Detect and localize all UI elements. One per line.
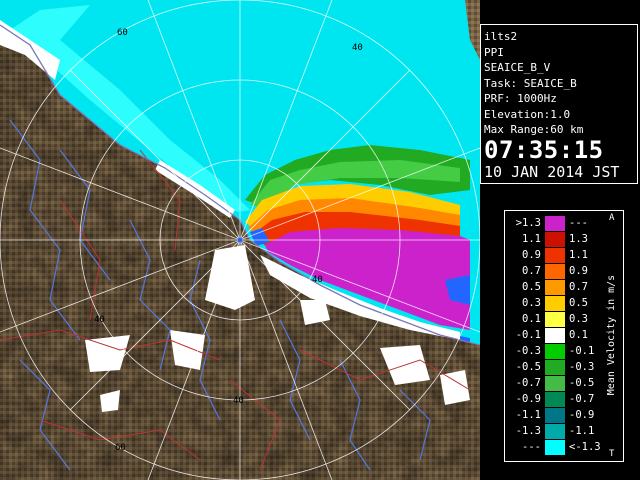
ring-label-60-sw: 60 [115, 443, 126, 453]
legend-row: 0.3 0.5 [505, 295, 605, 311]
legend-swatch [545, 344, 565, 359]
snow-patch-c [170, 330, 205, 370]
legend-swatch [545, 392, 565, 407]
legend-swatch [545, 440, 565, 455]
legend-low-value: -1.3 [515, 425, 541, 437]
ring-label-60-nw: 60 [117, 28, 128, 38]
legend-swatch [545, 280, 565, 295]
legend-swatch [545, 408, 565, 423]
legend-low-value: -0.5 [515, 361, 541, 373]
legend-high-value: 1.3 [569, 233, 588, 245]
legend-low-value: -0.3 [515, 345, 541, 357]
legend-swatch [545, 376, 565, 391]
legend-low-value: 1.1 [522, 233, 541, 245]
legend-low-value: 0.7 [522, 265, 541, 277]
elevation-value: Elevation:1.0 [484, 107, 571, 121]
task-name: Task: SEAICE_B [484, 76, 577, 90]
scan-time: 07:35:15 [484, 135, 604, 164]
radar-info-box: ilts2 PPI SEAICE_B_V Task: SEAICE_B PRF:… [480, 24, 638, 184]
radar-ppi-map: 60 40 40 40 60 40 [0, 0, 480, 480]
legend-row: -1.1 -0.9 [505, 407, 605, 423]
ring-label-40-n: 40 [352, 43, 363, 53]
legend-bottom-marker: T [609, 449, 615, 459]
legend-low-value: 0.3 [522, 297, 541, 309]
legend-top-marker: A [609, 213, 615, 223]
legend-swatch [545, 232, 565, 247]
prf-value: PRF: 1000Hz [484, 92, 557, 105]
radar-site-marker [237, 237, 243, 243]
legend-high-value: 1.1 [569, 249, 588, 261]
legend-swatch [545, 360, 565, 375]
legend-high-value: -0.7 [569, 393, 595, 405]
legend-row: -0.9 -0.7 [505, 391, 605, 407]
legend-low-value: -0.7 [515, 377, 541, 389]
legend-low-value: 0.9 [522, 249, 541, 261]
legend-row: -0.1 0.1 [505, 327, 605, 343]
legend-swatch [545, 248, 565, 263]
legend-low-value: -0.1 [515, 329, 541, 341]
legend-row: -0.5 -0.3 [505, 359, 605, 375]
legend-row: -0.7 -0.5 [505, 375, 605, 391]
legend-swatch [545, 296, 565, 311]
ring-label-40-w: 40 [94, 315, 105, 325]
legend-row: >1.3 --- [505, 215, 605, 231]
legend-row: 1.1 1.3 [505, 231, 605, 247]
legend-swatch [545, 216, 565, 231]
legend-swatch [545, 312, 565, 327]
legend-low-value: 0.1 [522, 313, 541, 325]
ring-label-40-e: 40 [312, 275, 323, 285]
product-id: SEAICE_B_V [484, 61, 551, 74]
legend-high-value: -0.9 [569, 409, 595, 421]
legend-high-value: -0.1 [569, 345, 595, 357]
site-name: ilts2 [484, 30, 518, 43]
scan-date: 10 JAN 2014 JST [484, 162, 620, 181]
legend-high-value: --- [569, 217, 588, 229]
legend-low-value: -0.9 [515, 393, 541, 405]
legend-swatch [545, 424, 565, 439]
legend-row: -1.3 -1.1 [505, 423, 605, 439]
legend-low-value: >1.3 [515, 217, 541, 229]
legend-low-value: -1.1 [515, 409, 541, 421]
velocity-legend: A Mean Velocity in m/s T >1.3 --- 1.1 1.3 0.… [504, 210, 624, 462]
legend-high-value: -1.1 [569, 425, 595, 437]
ring-label-40-s: 40 [233, 396, 244, 406]
legend-unit-label: Mean Velocity in m/s [606, 274, 617, 396]
product-type: PPI [484, 45, 504, 59]
legend-row: -0.3 -0.1 [505, 343, 605, 359]
legend-high-value: -0.5 [569, 377, 595, 389]
legend-high-value: 0.3 [569, 313, 588, 325]
legend-row: --- <-1.3 [505, 439, 605, 455]
legend-high-value: <-1.3 [569, 441, 601, 453]
legend-row: 0.1 0.3 [505, 311, 605, 327]
legend-high-value: -0.3 [569, 361, 595, 373]
legend-high-value: 0.5 [569, 297, 588, 309]
legend-row: 0.7 0.9 [505, 263, 605, 279]
legend-low-value: --- [522, 441, 541, 453]
legend-row: 0.9 1.1 [505, 247, 605, 263]
legend-row: 0.5 0.7 [505, 279, 605, 295]
legend-high-value: 0.7 [569, 281, 588, 293]
legend-low-value: 0.5 [522, 281, 541, 293]
legend-high-value: 0.1 [569, 329, 588, 341]
legend-swatch [545, 328, 565, 343]
legend-high-value: 0.9 [569, 265, 588, 277]
legend-swatch [545, 264, 565, 279]
